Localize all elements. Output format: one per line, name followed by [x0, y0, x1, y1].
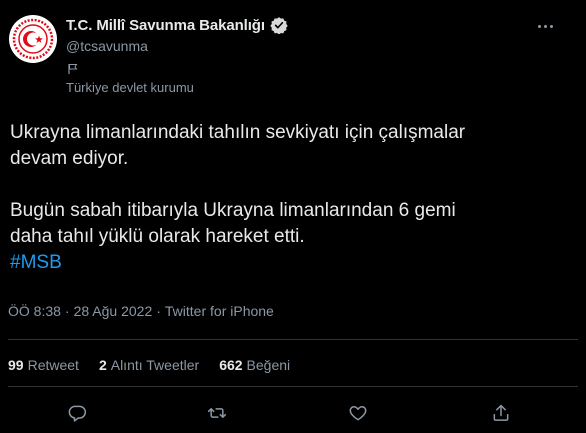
government-label-flag-icon: [68, 64, 78, 74]
tweet-text-line: Ukrayna limanlarındaki tahılın sevkiyatı…: [10, 122, 466, 143]
retweet-icon: [207, 408, 227, 418]
more-dot-icon: [537, 24, 541, 28]
retweets-label: Retweet: [27, 357, 79, 373]
likes-stat[interactable]: 662 Beğeni: [219, 357, 290, 373]
tweet-time[interactable]: ÖÖ 8:38: [8, 303, 61, 319]
divider: [8, 339, 578, 340]
tweet-actions: [0, 398, 586, 428]
account-label[interactable]: Türkiye devlet kurumu: [66, 80, 194, 95]
divider: [8, 386, 578, 387]
hashtag-link[interactable]: #MSB: [10, 252, 62, 273]
tweet-text-line: Bugün sabah itibarıyla Ukrayna limanları…: [10, 200, 456, 221]
retweet-button[interactable]: [202, 398, 232, 428]
author-display-name[interactable]: T.C. Millî Savunma Bakanlığı: [66, 17, 265, 34]
retweets-stat[interactable]: 99 Retweet: [8, 357, 79, 373]
tweet-text-line: daha tahıl yüklü olarak hareket etti.: [10, 226, 305, 247]
more-dot-icon: [549, 24, 553, 28]
more-dot-icon: [543, 24, 547, 28]
tweet-date[interactable]: 28 Ağu 2022: [74, 303, 153, 319]
ministry-emblem-icon: [11, 17, 55, 61]
share-button[interactable]: [486, 398, 516, 428]
reply-icon: [68, 405, 87, 422]
more-options-button[interactable]: [528, 12, 562, 40]
share-icon: [493, 404, 509, 421]
like-button[interactable]: [343, 398, 373, 428]
tweet-text: Ukrayna limanlarındaki tahılın sevkiyatı…: [10, 120, 575, 276]
author-name-row: T.C. Millî Savunma Bakanlığı: [66, 16, 288, 34]
quotes-stat[interactable]: 2 Alıntı Tweetler: [99, 357, 199, 373]
heart-icon: [349, 406, 367, 421]
author-handle[interactable]: @tcsavunma: [66, 38, 148, 54]
verified-badge-icon: [270, 17, 288, 34]
tweet-stats: 99 Retweet 2 Alıntı Tweetler 662 Beğeni: [8, 357, 290, 373]
tweet-source: Twitter for iPhone: [164, 303, 274, 319]
avatar[interactable]: [9, 15, 57, 63]
reply-button[interactable]: [62, 398, 92, 428]
retweets-count: 99: [8, 357, 24, 373]
quotes-count: 2: [98, 357, 107, 373]
quotes-label: Alıntı Tweetler: [110, 357, 200, 373]
tweet-text-line: devam ediyor.: [10, 148, 129, 169]
likes-count: 662: [219, 357, 243, 373]
tweet-meta: ÖÖ 8:38 · 28 Ağu 2022 · Twitter for iPhone: [8, 303, 274, 319]
likes-label: Beğeni: [246, 357, 291, 373]
